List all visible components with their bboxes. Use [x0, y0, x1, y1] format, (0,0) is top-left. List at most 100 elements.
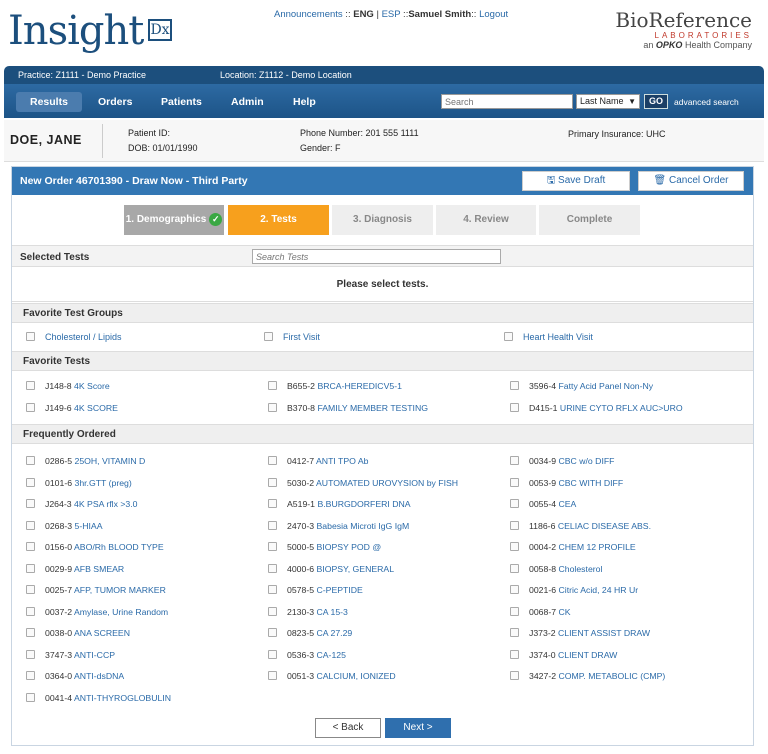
test-item[interactable]: 5030-2 AUTOMATED UROVYSION by FISH — [268, 477, 458, 489]
test-item[interactable]: 0037-2 Amylase, Urine Random — [26, 606, 168, 618]
test-name-link[interactable]: CA-125 — [316, 650, 345, 660]
test-item[interactable]: 0364-0 ANTI-dsDNA — [26, 670, 124, 682]
checkbox[interactable] — [510, 499, 519, 509]
test-item[interactable]: 0578-5 C-PEPTIDE — [268, 584, 363, 596]
checkbox[interactable] — [510, 542, 519, 552]
test-item[interactable]: 0156-0 ABO/Rh BLOOD TYPE — [26, 541, 164, 553]
test-item[interactable]: 0038-0 ANA SCREEN — [26, 627, 130, 639]
test-item[interactable]: 0053-9 CBC WITH DIFF — [510, 477, 623, 489]
save-draft-button[interactable]: 🖫 Save Draft — [522, 171, 630, 191]
nav-results[interactable]: Results — [16, 92, 82, 112]
checkbox[interactable] — [26, 585, 35, 595]
test-name-link[interactable]: Fatty Acid Panel Non-Ny — [558, 381, 653, 391]
test-name-link[interactable]: Amylase, Urine Random — [74, 607, 168, 617]
advanced-search-link[interactable]: advanced search — [674, 97, 739, 107]
test-item[interactable]: 0041-4 ANTI-THYROGLOBULIN — [26, 692, 171, 704]
test-name-link[interactable]: ANTI TPO Ab — [316, 456, 368, 466]
test-item[interactable]: J264-3 4K PSA rflx >3.0 — [26, 498, 138, 510]
search-by-select[interactable]: Last Name ▼ — [576, 94, 640, 109]
test-item[interactable]: 2470-3 Babesia Microti IgG IgM — [268, 520, 409, 532]
test-name-link[interactable]: AUTOMATED UROVYSION by FISH — [316, 478, 458, 488]
test-item[interactable]: 0536-3 CA-125 — [268, 649, 346, 661]
checkbox[interactable] — [264, 332, 273, 342]
test-item[interactable]: J149-6 4K SCORE — [26, 402, 118, 414]
step-complete[interactable]: Complete — [539, 205, 640, 235]
test-name-link[interactable]: URINE CYTO RFLX AUC>URO — [560, 403, 683, 413]
test-name-link[interactable]: Babesia Microti IgG IgM — [316, 521, 409, 531]
test-name-link[interactable]: COMP. METABOLIC (CMP) — [558, 671, 665, 681]
checkbox[interactable] — [26, 563, 35, 573]
checkbox[interactable] — [26, 403, 35, 413]
checkbox[interactable] — [268, 381, 277, 391]
checkbox[interactable] — [510, 671, 519, 681]
checkbox[interactable] — [26, 332, 35, 342]
test-name-link[interactable]: 4K PSA rflx >3.0 — [74, 499, 138, 509]
test-item[interactable]: 0025-7 AFP, TUMOR MARKER — [26, 584, 166, 596]
checkbox[interactable] — [26, 499, 35, 509]
checkbox[interactable] — [510, 563, 519, 573]
checkbox[interactable] — [510, 456, 519, 466]
checkbox[interactable] — [510, 403, 519, 413]
test-name-link[interactable]: CHEM 12 PROFILE — [558, 542, 635, 552]
test-name-link[interactable]: AFP, TUMOR MARKER — [74, 585, 166, 595]
checkbox[interactable] — [26, 649, 35, 659]
test-item[interactable]: 0055-4 CEA — [510, 498, 576, 510]
go-button[interactable]: GO — [644, 94, 668, 109]
checkbox[interactable] — [268, 628, 277, 638]
logout-link[interactable]: Logout — [479, 9, 508, 20]
test-name-link[interactable]: B.BURGDORFERI DNA — [317, 499, 410, 509]
test-name-link[interactable]: C-PEPTIDE — [316, 585, 362, 595]
group-label[interactable]: Heart Health Visit — [523, 332, 593, 342]
test-item[interactable]: 0034-9 CBC w/o DIFF — [510, 455, 614, 467]
test-name-link[interactable]: CBC w/o DIFF — [558, 456, 614, 466]
group-label[interactable]: Cholesterol / Lipids — [45, 332, 122, 342]
test-item[interactable]: 5000-5 BIOPSY POD @ — [268, 541, 381, 553]
group-item[interactable]: Cholesterol / Lipids — [26, 331, 122, 343]
test-item[interactable]: 0101-6 3hr.GTT (preg) — [26, 477, 132, 489]
global-search-input[interactable] — [441, 94, 573, 109]
nav-admin[interactable]: Admin — [217, 92, 278, 112]
checkbox[interactable] — [26, 542, 35, 552]
checkbox[interactable] — [26, 692, 35, 702]
checkbox[interactable] — [26, 606, 35, 616]
test-name-link[interactable]: 25OH, VITAMIN D — [74, 456, 145, 466]
test-name-link[interactable]: 4K SCORE — [74, 403, 118, 413]
group-item[interactable]: Heart Health Visit — [504, 331, 593, 343]
checkbox[interactable] — [510, 585, 519, 595]
checkbox[interactable] — [26, 520, 35, 530]
lang-eng[interactable]: ENG — [353, 9, 374, 20]
test-name-link[interactable]: AFB SMEAR — [74, 564, 124, 574]
test-item[interactable]: 0029-9 AFB SMEAR — [26, 563, 124, 575]
test-item[interactable]: 0068-7 CK — [510, 606, 571, 618]
test-name-link[interactable]: Citric Acid, 24 HR Ur — [558, 585, 638, 595]
test-name-link[interactable]: BIOPSY, GENERAL — [316, 564, 394, 574]
test-item[interactable]: D415-1 URINE CYTO RFLX AUC>URO — [510, 402, 683, 414]
checkbox[interactable] — [268, 542, 277, 552]
test-item[interactable]: J148-8 4K Score — [26, 380, 110, 392]
test-item[interactable]: 2130-3 CA 15-3 — [268, 606, 348, 618]
checkbox[interactable] — [26, 381, 35, 391]
step-review[interactable]: 4. Review — [436, 205, 536, 235]
test-item[interactable]: A519-1 B.BURGDORFERI DNA — [268, 498, 411, 510]
test-item[interactable]: 0286-5 25OH, VITAMIN D — [26, 455, 145, 467]
step-diagnosis[interactable]: 3. Diagnosis — [332, 205, 433, 235]
nav-patients[interactable]: Patients — [147, 92, 216, 112]
checkbox[interactable] — [268, 563, 277, 573]
test-name-link[interactable]: CEA — [558, 499, 576, 509]
test-item[interactable]: 3427-2 COMP. METABOLIC (CMP) — [510, 670, 665, 682]
test-item[interactable]: 0051-3 CALCIUM, IONIZED — [268, 670, 396, 682]
nav-orders[interactable]: Orders — [84, 92, 146, 112]
test-name-link[interactable]: ABO/Rh BLOOD TYPE — [74, 542, 164, 552]
test-name-link[interactable]: ANTI-dsDNA — [74, 671, 124, 681]
checkbox[interactable] — [510, 649, 519, 659]
test-name-link[interactable]: ANTI-CCP — [74, 650, 115, 660]
test-item[interactable]: B655-2 BRCA-HEREDICV5-1 — [268, 380, 402, 392]
test-item[interactable]: 0412-7 ANTI TPO Ab — [268, 455, 368, 467]
checkbox[interactable] — [268, 649, 277, 659]
group-item[interactable]: First Visit — [264, 331, 320, 343]
test-name-link[interactable]: CA 27.29 — [316, 628, 352, 638]
checkbox[interactable] — [268, 606, 277, 616]
checkbox[interactable] — [510, 381, 519, 391]
test-item[interactable]: 3747-3 ANTI-CCP — [26, 649, 115, 661]
test-name-link[interactable]: BIOPSY POD @ — [316, 542, 381, 552]
